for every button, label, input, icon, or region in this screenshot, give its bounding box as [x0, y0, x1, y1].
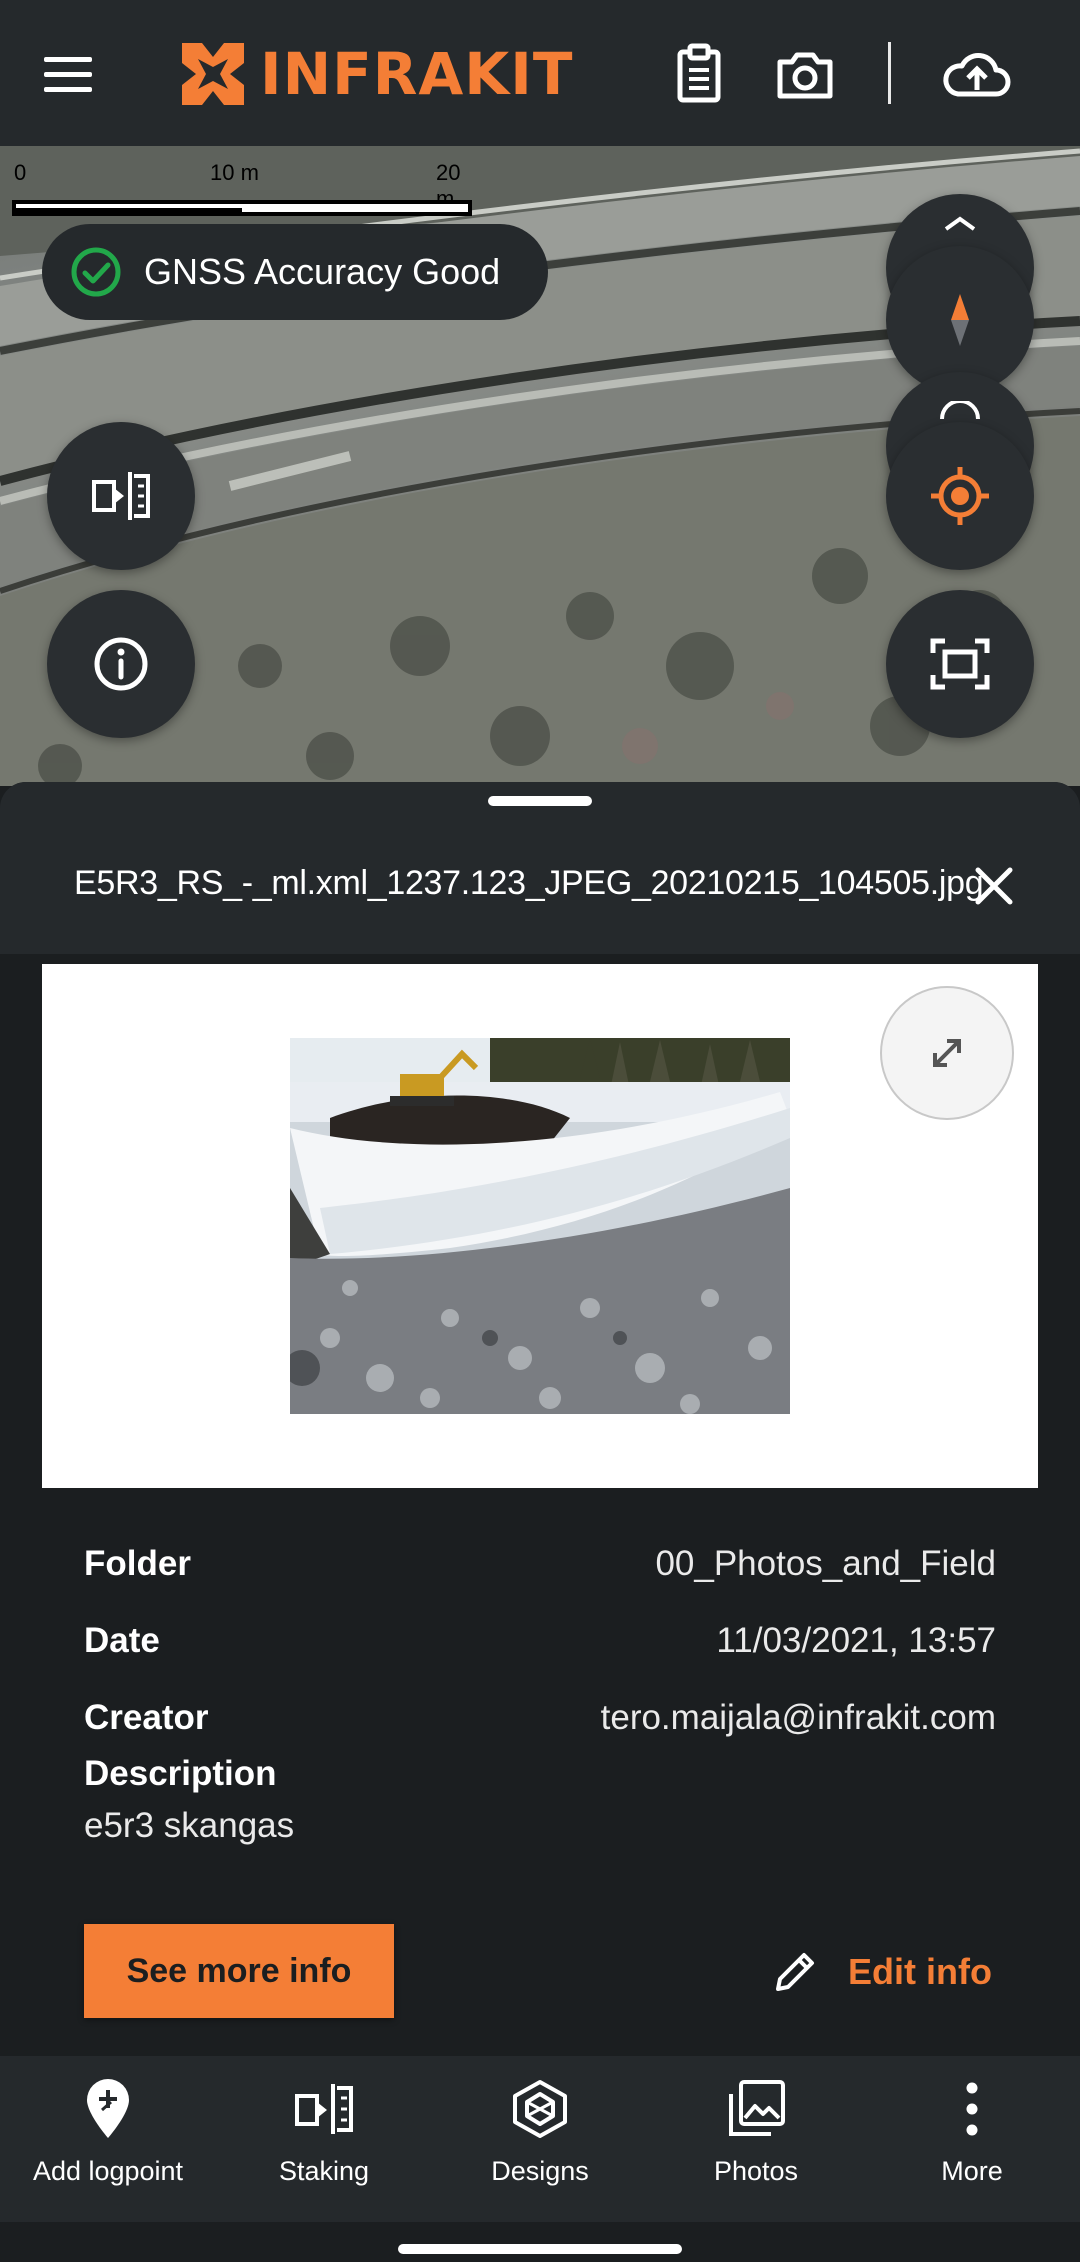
- system-nav-bar: [0, 2222, 1080, 2262]
- more-vertical-icon: [966, 2082, 978, 2136]
- gnss-status-text: GNSS Accuracy Good: [144, 251, 501, 292]
- detail-key: Folder: [84, 1544, 191, 1583]
- arc-icon: [940, 401, 980, 420]
- staking-icon: [295, 2084, 353, 2134]
- scale-line: [12, 200, 472, 216]
- edit-info-button[interactable]: Edit info: [768, 1932, 992, 2012]
- expand-icon: [933, 1039, 961, 1067]
- brand-name: INFRAKIT: [260, 40, 574, 108]
- bottom-navigation: Add logpoint Staking Designs Photos More: [0, 2056, 1080, 2222]
- gnss-status-pill[interactable]: GNSS Accuracy Good: [42, 224, 548, 320]
- detail-value: tero.maijala@infrakit.com: [600, 1698, 996, 1737]
- menu-icon[interactable]: [44, 44, 124, 104]
- detail-row-date: Date 11/03/2021, 13:57: [84, 1616, 996, 1666]
- map-view[interactable]: 0 10 m 20 m GNSS Accuracy Good: [0, 146, 1080, 786]
- app-logo: INFRAKIT: [176, 34, 573, 114]
- edit-info-label: Edit info: [848, 1951, 992, 1992]
- detail-value: 11/03/2021, 13:57: [716, 1621, 996, 1660]
- designs-icon: [513, 2080, 567, 2138]
- home-indicator[interactable]: [398, 2244, 682, 2254]
- nav-photos[interactable]: Photos: [648, 2076, 864, 2206]
- top-app-bar: INFRAKIT: [0, 0, 1080, 146]
- scale-start-label: 0: [14, 160, 27, 185]
- detail-row-description: Description: [84, 1749, 996, 1799]
- photo-file-name: E5R3_RS_-_ml.xml_1237.123_JPEG_20210215_…: [74, 864, 984, 902]
- description-value: e5r3 skangas: [84, 1806, 295, 1845]
- detail-key: Creator: [84, 1698, 209, 1737]
- nav-label: Designs: [491, 2156, 589, 2186]
- scale-mid-label: 10 m: [210, 160, 259, 185]
- sheet-drag-handle[interactable]: [488, 796, 592, 806]
- pencil-icon: [776, 1953, 814, 1991]
- expand-photo-button[interactable]: [880, 986, 1014, 1120]
- cloud-upload-icon[interactable]: [940, 40, 1012, 110]
- staking-mode-button[interactable]: [47, 422, 195, 570]
- nav-more[interactable]: More: [864, 2076, 1080, 2206]
- photos-icon: [729, 2080, 785, 2136]
- check-circle-icon: [71, 247, 121, 297]
- map-info-button[interactable]: [47, 590, 195, 738]
- nav-designs[interactable]: Designs: [432, 2076, 648, 2206]
- photo-thumbnail[interactable]: [290, 1038, 790, 1414]
- photo-preview-card: [42, 964, 1038, 1488]
- locate-me-button[interactable]: [886, 422, 1034, 570]
- close-icon[interactable]: [966, 858, 1022, 914]
- infrakit-logo-icon: [182, 43, 244, 105]
- sheet-header: E5R3_RS_-_ml.xml_1237.123_JPEG_20210215_…: [0, 782, 1080, 954]
- nav-label: Staking: [278, 2156, 370, 2186]
- info-icon: [94, 637, 148, 691]
- fit-bounds-button[interactable]: [886, 590, 1034, 738]
- camera-icon[interactable]: [770, 40, 840, 110]
- detail-key: Date: [84, 1621, 160, 1660]
- nav-label: Add logpoint: [32, 2156, 184, 2186]
- nav-label: More: [941, 2156, 1003, 2186]
- chevron-up-icon: [944, 216, 976, 231]
- locate-icon: [931, 467, 989, 525]
- map-scale-bar: 0 10 m 20 m: [8, 160, 472, 220]
- detail-row-folder: Folder 00_Photos_and_Field: [84, 1539, 996, 1589]
- nav-staking[interactable]: Staking: [216, 2076, 432, 2206]
- detail-row-creator: Creator tero.maijala@infrakit.com: [84, 1693, 996, 1743]
- staking-icon: [92, 472, 150, 520]
- toolbar-divider: [888, 42, 891, 104]
- nav-add-logpoint[interactable]: Add logpoint: [0, 2076, 216, 2206]
- see-more-info-button[interactable]: See more info: [84, 1924, 394, 2018]
- detail-value: 00_Photos_and_Field: [655, 1544, 996, 1583]
- add-logpoint-icon: [87, 2079, 129, 2138]
- clipboard-icon[interactable]: [664, 40, 734, 110]
- construction-site-photo: [290, 1038, 790, 1414]
- compass-icon: [951, 294, 969, 346]
- photo-details-sheet: E5R3_RS_-_ml.xml_1237.123_JPEG_20210215_…: [0, 782, 1080, 2056]
- fit-bounds-icon: [930, 638, 990, 690]
- description-label: Description: [84, 1754, 277, 1793]
- nav-label: Photos: [713, 2156, 799, 2186]
